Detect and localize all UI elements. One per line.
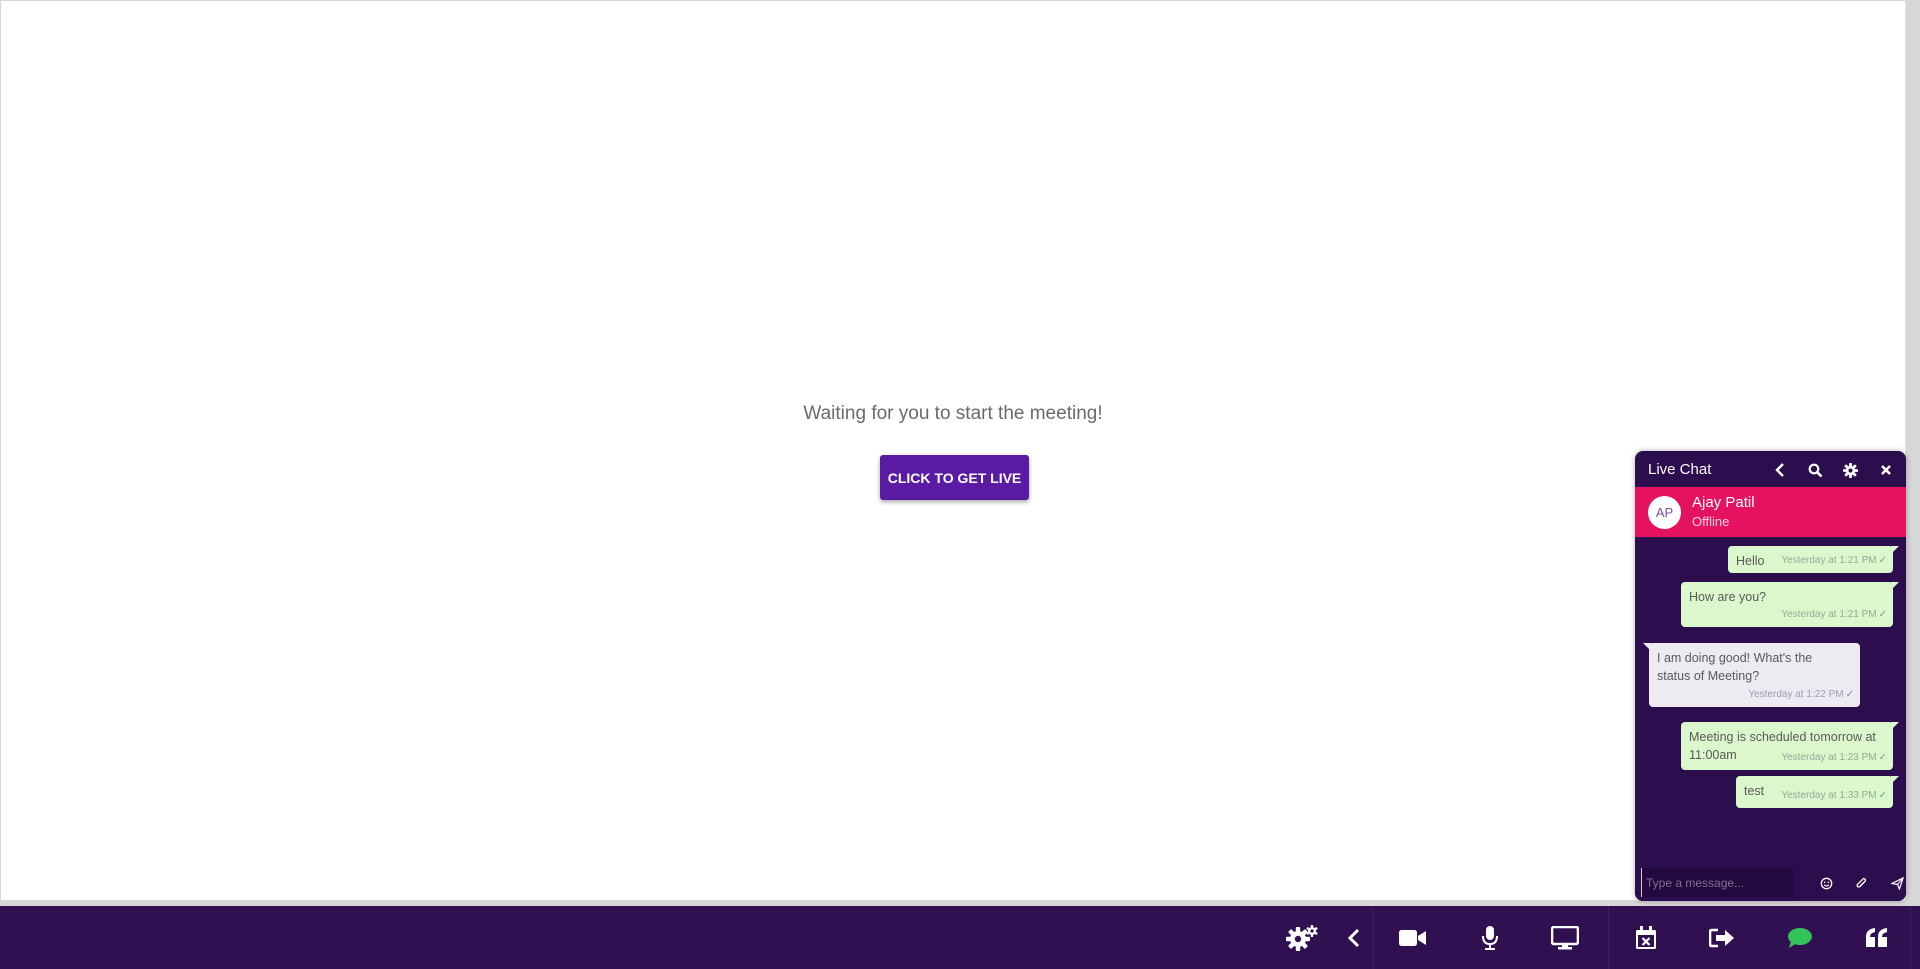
meeting-stage: Waiting for you to start the meeting! CL…	[1, 1, 1906, 900]
gear-icon[interactable]	[1839, 459, 1861, 481]
search-icon[interactable]	[1804, 459, 1826, 481]
compose-bar	[1635, 864, 1906, 901]
gears-icon[interactable]	[1283, 919, 1321, 957]
message-time: Yesterday at 1:21 PM	[1781, 609, 1877, 620]
back-icon[interactable]	[1769, 459, 1791, 481]
quote-icon[interactable]	[1858, 919, 1896, 957]
chat-title: Live Chat	[1648, 461, 1712, 478]
message-text: test	[1744, 784, 1765, 798]
waiting-message: Waiting for you to start the meeting!	[803, 403, 1103, 424]
message-time: Yesterday at 1:23 PM	[1781, 752, 1877, 763]
check-icon: ✓	[1845, 689, 1854, 700]
close-icon[interactable]	[1875, 459, 1897, 481]
calendar-remove-icon[interactable]	[1627, 919, 1665, 957]
desktop-icon[interactable]	[1546, 919, 1584, 957]
message-bubble: Hello Yesterday at 1:21 PM ✓	[1728, 546, 1899, 573]
message-time: Yesterday at 1:21 PM	[1781, 555, 1877, 566]
message-bubble: How are you? Yesterday at 1:21 PM ✓	[1681, 582, 1899, 627]
message-bubble: Meeting is scheduled tomorrow at 11:00am…	[1681, 722, 1899, 770]
contact-name: Ajay Patil	[1692, 494, 1755, 511]
live-chat-panel: Live Chat AP Ajay Patil Offline Hello Ye…	[1635, 451, 1906, 901]
message-bubble: I am doing good! What's the status of Me…	[1643, 643, 1860, 707]
contact-status: Offline	[1692, 514, 1730, 529]
contact-bar[interactable]: AP Ajay Patil Offline	[1635, 487, 1906, 537]
message-time: Yesterday at 1:22 PM	[1748, 689, 1844, 700]
get-live-button[interactable]: CLICK TO GET LIVE	[880, 455, 1029, 500]
message-bubble: test Yesterday at 1:33 PM ✓	[1736, 776, 1899, 808]
check-icon: ✓	[1878, 609, 1887, 620]
check-icon: ✓	[1878, 790, 1887, 801]
message-text: How are you?	[1689, 590, 1767, 604]
check-icon: ✓	[1878, 555, 1887, 566]
check-icon: ✓	[1878, 752, 1887, 763]
message-text: Hello	[1736, 554, 1765, 568]
bottom-toolbar	[0, 906, 1920, 969]
video-camera-icon[interactable]	[1394, 919, 1432, 957]
message-text: I am doing good! What's the status of Me…	[1657, 651, 1813, 683]
chat-icon[interactable]	[1781, 919, 1819, 957]
microphone-icon[interactable]	[1471, 919, 1509, 957]
emoji-icon[interactable]	[1816, 873, 1836, 893]
message-time: Yesterday at 1:33 PM	[1781, 790, 1877, 801]
sign-out-icon[interactable]	[1703, 919, 1741, 957]
chevron-left-icon[interactable]	[1335, 919, 1373, 957]
paperclip-icon[interactable]	[1851, 873, 1871, 893]
message-input[interactable]	[1641, 868, 1793, 897]
avatar: AP	[1648, 496, 1681, 529]
chat-header: Live Chat	[1635, 451, 1906, 487]
send-icon[interactable]	[1887, 873, 1906, 893]
